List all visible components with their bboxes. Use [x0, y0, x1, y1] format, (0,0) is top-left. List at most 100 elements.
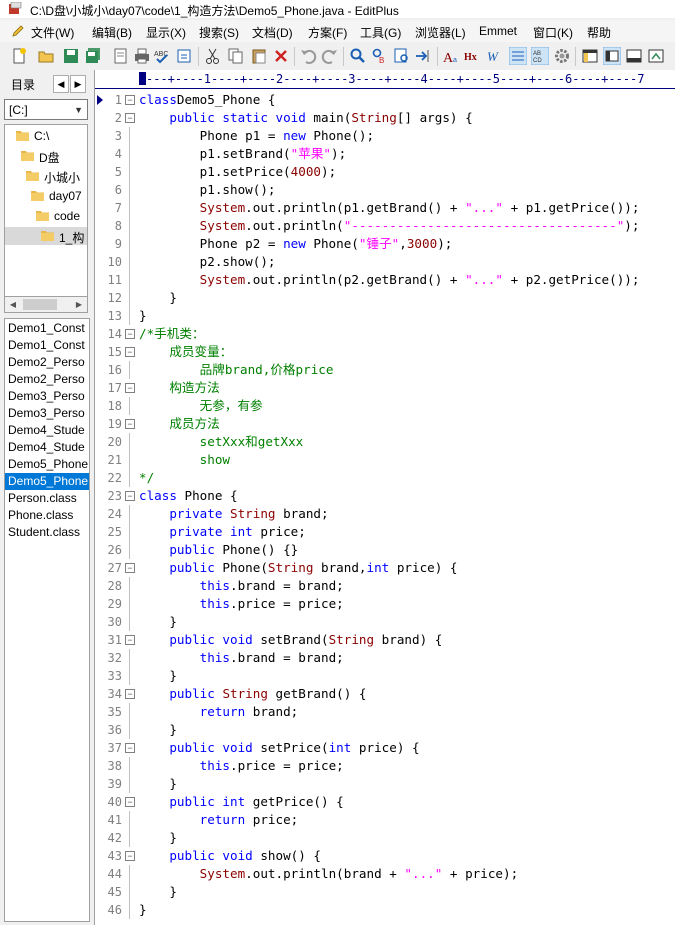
redo-icon[interactable]	[321, 47, 339, 65]
fold-toggle-icon[interactable]: −	[125, 491, 135, 501]
code-line[interactable]: 19− 成员方法	[95, 415, 675, 433]
tree-node[interactable]: 1_构	[5, 227, 87, 245]
code-line[interactable]: 43− public void show() {	[95, 847, 675, 865]
scrollbar-thumb[interactable]	[23, 299, 57, 310]
code-line[interactable]: 8 System.out.println("------------------…	[95, 217, 675, 235]
code-line[interactable]: 17− 构造方法	[95, 379, 675, 397]
code-line[interactable]: 46}	[95, 901, 675, 919]
menu-emmet[interactable]: Emmet	[479, 24, 517, 38]
fold-toggle-icon[interactable]: −	[125, 563, 135, 573]
replace-icon[interactable]: B	[371, 47, 389, 65]
file-list-item[interactable]: Demo2_Perso	[5, 354, 89, 371]
menu-project[interactable]: 方案(F)	[308, 24, 347, 41]
file-list-item[interactable]: Demo5_Phone	[5, 473, 89, 490]
code-line[interactable]: 31− public void setBrand(String brand) {	[95, 631, 675, 649]
file-list-item[interactable]: Phone.class	[5, 507, 89, 524]
undo-icon[interactable]	[299, 47, 317, 65]
spell-check-icon[interactable]: ABC	[153, 47, 171, 65]
fold-toggle-icon[interactable]: −	[125, 689, 135, 699]
code-line[interactable]: 23− class Phone {	[95, 487, 675, 505]
code-line[interactable]: 26 public Phone() {}	[95, 541, 675, 559]
cut-icon[interactable]	[204, 47, 222, 65]
code-line[interactable]: 20 setXxx和getXxx	[95, 433, 675, 451]
settings-gear-icon[interactable]	[553, 47, 571, 65]
directory-tab-label[interactable]: 目录	[11, 76, 35, 93]
print-preview-icon[interactable]	[112, 47, 130, 65]
file-list-item[interactable]: Demo2_Perso	[5, 371, 89, 388]
code-line[interactable]: 25 private int price;	[95, 523, 675, 541]
code-line[interactable]: 24 private String brand;	[95, 505, 675, 523]
code-line[interactable]: 39 }	[95, 775, 675, 793]
file-list-item[interactable]: Demo5_Phone	[5, 456, 89, 473]
code-line[interactable]: 35 return brand;	[95, 703, 675, 721]
file-list-item[interactable]: Person.class	[5, 490, 89, 507]
code-line[interactable]: 45 }	[95, 883, 675, 901]
fold-toggle-icon[interactable]: −	[125, 419, 135, 429]
fold-toggle-icon[interactable]: −	[125, 329, 135, 339]
file-list-item[interactable]: Demo3_Perso	[5, 405, 89, 422]
fold-toggle-icon[interactable]: −	[125, 797, 135, 807]
code-line[interactable]: 42 }	[95, 829, 675, 847]
line-number-toggle-icon[interactable]: ABCD	[531, 47, 549, 65]
code-line[interactable]: 4 p1.setBrand("苹果");	[95, 145, 675, 163]
find-icon[interactable]	[349, 47, 367, 65]
copy-icon[interactable]	[227, 47, 245, 65]
code-line[interactable]: 6 p1.show();	[95, 181, 675, 199]
code-line[interactable]: 30 }	[95, 613, 675, 631]
code-line[interactable]: 40− public int getPrice() {	[95, 793, 675, 811]
scroll-right-icon[interactable]: ▶	[72, 298, 86, 311]
code-line[interactable]: 15− 成员变量：	[95, 343, 675, 361]
menu-help[interactable]: 帮助	[587, 24, 611, 41]
code-line[interactable]: 28 this.brand = brand;	[95, 577, 675, 595]
directory-next-button[interactable]: ▶	[70, 75, 86, 93]
code-line[interactable]: 14−/*手机类：	[95, 325, 675, 343]
menu-search[interactable]: 搜索(S)	[199, 24, 239, 41]
fold-toggle-icon[interactable]: −	[125, 95, 135, 105]
directory-window-icon[interactable]	[581, 47, 599, 65]
cliptext-window-icon[interactable]	[603, 47, 621, 65]
menu-view[interactable]: 显示(X)	[146, 24, 186, 41]
word-wrap-icon[interactable]: W	[487, 47, 505, 65]
menu-browser[interactable]: 浏览器(L)	[415, 24, 466, 41]
code-line[interactable]: 34− public String getBrand() {	[95, 685, 675, 703]
code-line[interactable]: 9 Phone p2 = new Phone("锤子",3000);	[95, 235, 675, 253]
code-line[interactable]: 33 }	[95, 667, 675, 685]
browser-window-icon[interactable]	[647, 47, 665, 65]
code-line[interactable]: 16 品牌brand,价格price	[95, 361, 675, 379]
fold-toggle-icon[interactable]: −	[125, 113, 135, 123]
font-icon[interactable]: Aa	[442, 47, 460, 65]
drive-select[interactable]: [C:] ▼	[4, 99, 88, 120]
scroll-left-icon[interactable]: ◀	[6, 298, 20, 311]
file-list-item[interactable]: Demo1_Const	[5, 337, 89, 354]
fold-toggle-icon[interactable]: −	[125, 635, 135, 645]
menu-tools[interactable]: 工具(G)	[360, 24, 401, 41]
code-line[interactable]: 37− public void setPrice(int price) {	[95, 739, 675, 757]
code-line[interactable]: 12 }	[95, 289, 675, 307]
find-in-files-icon[interactable]	[393, 47, 411, 65]
code-line[interactable]: 3 Phone p1 = new Phone();	[95, 127, 675, 145]
code-line[interactable]: 22 */	[95, 469, 675, 487]
menu-window[interactable]: 窗口(K)	[533, 24, 573, 41]
fold-toggle-icon[interactable]: −	[125, 383, 135, 393]
code-line[interactable]: 21 show	[95, 451, 675, 469]
code-line[interactable]: 29 this.price = price;	[95, 595, 675, 613]
code-line[interactable]: 13}	[95, 307, 675, 325]
fold-toggle-icon[interactable]: −	[125, 347, 135, 357]
code-editor[interactable]: ---+----1----+----2----+----3----+----4-…	[94, 70, 675, 925]
folder-tree-scrollbar[interactable]: ◀ ▶	[4, 296, 88, 313]
file-list-item[interactable]: Student.class	[5, 524, 89, 541]
fold-toggle-icon[interactable]: −	[125, 851, 135, 861]
code-line[interactable]: 11 System.out.println(p2.getBrand() + ".…	[95, 271, 675, 289]
code-line[interactable]: 38 this.price = price;	[95, 757, 675, 775]
save-icon[interactable]	[62, 47, 80, 65]
code-line[interactable]: 44 System.out.println(brand + "..." + pr…	[95, 865, 675, 883]
code-line[interactable]: 27− public Phone(String brand,int price)…	[95, 559, 675, 577]
print-icon[interactable]	[133, 47, 151, 65]
code-line[interactable]: 41 return price;	[95, 811, 675, 829]
code-line[interactable]: 10 p2.show();	[95, 253, 675, 271]
menu-edit[interactable]: 编辑(B)	[92, 24, 132, 41]
cliptext-icon[interactable]	[175, 47, 193, 65]
output-window-icon[interactable]	[625, 47, 643, 65]
code-line[interactable]: 18 无参，有参	[95, 397, 675, 415]
file-list-item[interactable]: Demo4_Stude	[5, 439, 89, 456]
